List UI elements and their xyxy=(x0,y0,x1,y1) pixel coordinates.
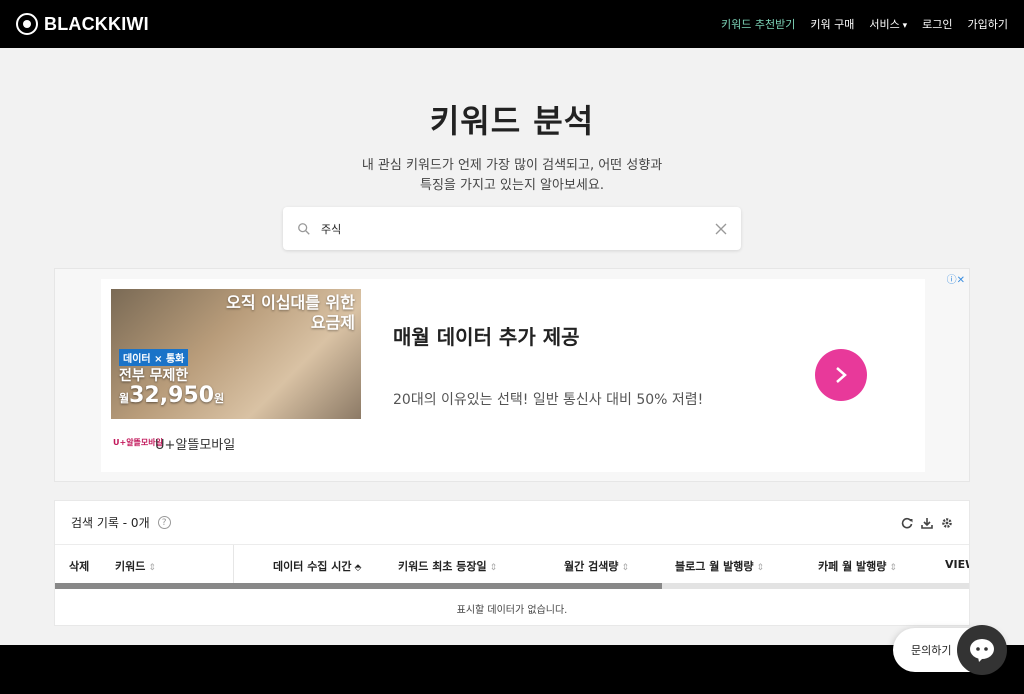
ad-brand[interactable]: U+알뜰모바일 xyxy=(155,434,235,453)
chat-icon[interactable] xyxy=(957,625,1007,675)
gear-icon[interactable] xyxy=(941,517,953,529)
sort-icon: ⇕ xyxy=(756,563,765,573)
col-collected-time-label: 데이터 수집 시간 xyxy=(273,560,352,573)
ad-title[interactable]: 매월 데이터 추가 제공 xyxy=(393,321,580,350)
main-nav: 키워드 추천받기 키워 구매 서비스 로그인 가입하기 xyxy=(721,16,1008,32)
nav-login[interactable]: 로그인 xyxy=(922,16,952,32)
sort-icon: ⇕ xyxy=(489,563,498,573)
chevron-right-icon xyxy=(836,367,847,383)
history-tools xyxy=(901,517,953,529)
search-icon xyxy=(298,222,310,235)
empty-message: 표시할 데이터가 없습니다. xyxy=(456,605,568,616)
col-view-label: VIEW xyxy=(945,558,969,571)
ad-card[interactable]: 오직 이십대를 위한 요금제 데이터 × 통화 전부 무제한 월32,950원 … xyxy=(101,279,925,472)
col-blog-posts[interactable]: 블로그 월 발행량 ⇕ xyxy=(675,558,764,574)
col-delete-label: 삭제 xyxy=(69,560,90,573)
sort-icon: ⇕ xyxy=(621,563,629,573)
refresh-icon[interactable] xyxy=(901,517,913,529)
sort-icon: ⇕ xyxy=(889,563,897,573)
chat-bubble-icon xyxy=(970,639,994,662)
history-table-header: 삭제 키워드 ⇕ 데이터 수집 시간 ⬘ 키워드 최초 등장일 ⇕ 월간 검색량 ⇕ 블… xyxy=(55,545,969,583)
nav-keyword-recommend[interactable]: 키워드 추천받기 xyxy=(721,16,795,32)
search-history-title: 검색 기록 - 0개 xyxy=(71,516,150,530)
ad-image-headline: 오직 이십대를 위한 요금제 xyxy=(226,293,355,333)
ad-price-value: 32,950 xyxy=(129,383,215,408)
ad-image-line3: 전부 무제한 xyxy=(119,368,189,384)
keyword-search-input[interactable] xyxy=(321,222,715,235)
col-collected-time[interactable]: 데이터 수집 시간 ⬘ xyxy=(273,558,361,574)
sort-icon: ⇕ xyxy=(148,563,156,573)
help-icon[interactable]: ? xyxy=(157,516,171,529)
keyword-search-box xyxy=(283,207,741,250)
contact-label: 문의하기 xyxy=(911,644,952,657)
nav-signup[interactable]: 가입하기 xyxy=(968,16,1008,32)
sort-desc-icon: ⬘ xyxy=(354,563,362,573)
search-history-header: 검색 기록 - 0개 ? xyxy=(55,501,969,545)
ad-image-price: 월32,950원 xyxy=(119,383,224,408)
col-view[interactable]: VIEW xyxy=(945,558,969,571)
page-title: 키워드 분석 xyxy=(429,102,595,140)
ad-image-tag: 데이터 × 통화 xyxy=(119,349,189,366)
col-cafe-posts-label: 카페 월 발행량 xyxy=(818,560,887,573)
ad-image-line2: 요금제 xyxy=(310,313,355,332)
ad-description: 20대의 이유있는 선택! 일반 통신사 대비 50% 저렴! xyxy=(393,392,704,408)
footer xyxy=(0,645,1024,694)
search-history-panel: 검색 기록 - 0개 ? 삭제 키워드 ⇕ 데이터 수집 시간 ⬘ 키워드 최초 등… xyxy=(54,500,970,626)
nav-services[interactable]: 서비스 xyxy=(869,16,907,32)
col-keyword-label: 키워드 xyxy=(115,560,146,573)
ad-image[interactable]: 오직 이십대를 위한 요금제 데이터 × 통화 전부 무제한 월32,950원 xyxy=(111,289,361,419)
col-monthly-search[interactable]: 월간 검색량 ⇕ xyxy=(564,558,629,574)
ad-price-unit: 원 xyxy=(214,392,225,405)
page-subtitle: 내 관심 키워드가 언제 가장 많이 검색되고, 어떤 성향과 특징을 가지고 … xyxy=(361,158,663,193)
top-navbar: BLACKKIWI 키워드 추천받기 키워 구매 서비스 로그인 가입하기 xyxy=(0,0,1024,48)
ad-banner: ⓘ✕ 오직 이십대를 위한 요금제 데이터 × 통화 전부 무제한 월32,95… xyxy=(54,268,970,482)
col-first-seen[interactable]: 키워드 최초 등장일 ⇕ xyxy=(398,558,497,574)
col-monthly-search-label: 월간 검색량 xyxy=(564,560,619,573)
col-keyword[interactable]: 키워드 ⇕ xyxy=(115,558,156,574)
clear-icon[interactable] xyxy=(715,223,727,235)
logo-icon xyxy=(16,13,38,35)
download-icon[interactable] xyxy=(921,517,933,529)
search-history-title-wrap: 검색 기록 - 0개 ? xyxy=(71,514,171,531)
brand-logo[interactable]: BLACKKIWI xyxy=(16,13,149,35)
column-divider[interactable] xyxy=(233,545,234,583)
col-first-seen-label: 키워드 최초 등장일 xyxy=(398,560,487,573)
nav-keyword-buy[interactable]: 키워 구매 xyxy=(810,16,854,32)
ad-image-line1: 오직 이십대를 위한 xyxy=(226,293,355,312)
col-delete: 삭제 xyxy=(69,558,89,574)
col-cafe-posts[interactable]: 카페 월 발행량 ⇕ xyxy=(818,558,897,574)
scrollbar-thumb[interactable] xyxy=(55,583,662,589)
col-blog-posts-label: 블로그 월 발행량 xyxy=(675,560,754,573)
brand-name: BLACKKIWI xyxy=(44,13,149,34)
ad-price-prefix: 월 xyxy=(119,392,130,405)
hero-section: 키워드 분석 내 관심 키워드가 언제 가장 많이 검색되고, 어떤 성향과 특… xyxy=(0,48,1024,196)
horizontal-scrollbar[interactable] xyxy=(55,583,969,589)
ad-info-close-icon[interactable]: ⓘ✕ xyxy=(947,271,965,286)
ad-arrow-button[interactable] xyxy=(815,349,867,401)
